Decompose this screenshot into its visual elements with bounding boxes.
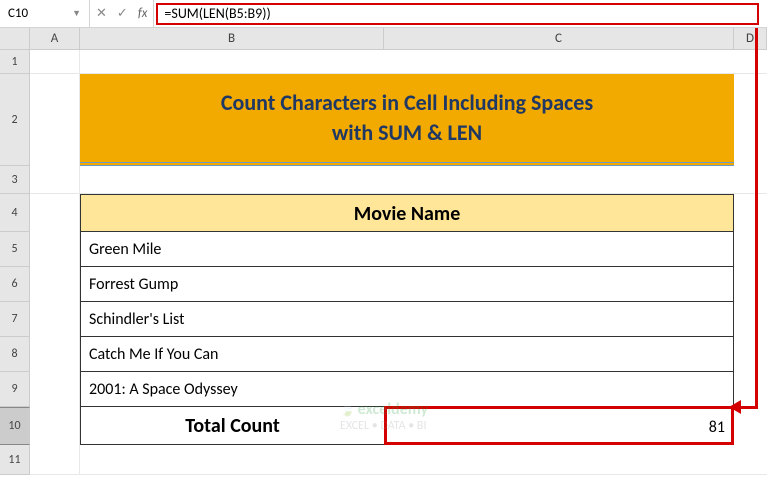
column-header-D[interactable]: D — [734, 28, 767, 49]
fx-icon[interactable]: fx — [138, 6, 148, 21]
total-value-cell[interactable]: 81 — [384, 406, 734, 445]
table-header[interactable]: Movie Name — [80, 194, 734, 232]
table-row[interactable]: Catch Me If You Can — [80, 337, 734, 372]
cell-A5[interactable] — [30, 232, 80, 267]
title-line1: Count Characters in Cell Including Space… — [80, 88, 734, 118]
grid-body: 1 2 3 4 5 6 7 8 9 10 11 Count Characters… — [0, 50, 767, 475]
row-header-4[interactable]: 4 — [0, 194, 30, 232]
column-header-A[interactable]: A — [30, 28, 80, 49]
cell-D6[interactable] — [734, 267, 767, 302]
cell-BC1[interactable] — [80, 50, 734, 74]
annotation-arrow-vertical — [755, 28, 758, 408]
formula-bar-buttons: ✕ ✓ fx — [90, 0, 154, 27]
cell-A9[interactable] — [30, 372, 80, 407]
watermark: 🍃 exceldemy EXCEL • DATA • BI — [340, 400, 428, 433]
table-row[interactable]: Forrest Gump — [80, 267, 734, 302]
movie-name: 2001: A Space Odyssey — [89, 372, 238, 406]
chevron-down-icon[interactable]: ▼ — [72, 8, 81, 19]
row-header-5[interactable]: 5 — [0, 232, 30, 267]
table-row[interactable]: Schindler's List — [80, 302, 734, 337]
column-header-B[interactable]: B — [80, 28, 384, 49]
cell-A2[interactable] — [30, 74, 80, 166]
watermark-leaf-icon: 🍃 — [340, 404, 355, 418]
title-banner[interactable]: Count Characters in Cell Including Space… — [80, 74, 734, 166]
row-header-10[interactable]: 10 — [0, 407, 30, 445]
row-header-3[interactable]: 3 — [0, 166, 30, 194]
movie-name: Green Mile — [89, 232, 161, 266]
row-header-6[interactable]: 6 — [0, 267, 30, 302]
column-headers: A B C D — [0, 28, 767, 50]
arrow-left-icon — [729, 400, 741, 414]
row-header-11[interactable]: 11 — [0, 445, 30, 475]
cell-A1[interactable] — [30, 50, 80, 74]
cell-BC3[interactable] — [80, 166, 734, 194]
cell-D8[interactable] — [734, 337, 767, 372]
annotation-arrow-horizontal — [738, 406, 758, 409]
movie-name: Schindler's List — [89, 302, 184, 336]
cell-BC11[interactable] — [80, 445, 734, 475]
cell-A11[interactable] — [30, 445, 80, 475]
cell-A6[interactable] — [30, 267, 80, 302]
table-row[interactable]: Green Mile — [80, 232, 734, 267]
row-header-8[interactable]: 8 — [0, 337, 30, 372]
watermark-tag: EXCEL • DATA • BI — [340, 419, 426, 433]
cells-area[interactable]: Count Characters in Cell Including Space… — [30, 50, 767, 475]
cell-D3[interactable] — [734, 166, 767, 194]
formula-bar: C10 ▼ ✕ ✓ fx =SUM(LEN(B5:B9)) — [0, 0, 767, 28]
enter-icon[interactable]: ✓ — [117, 6, 128, 21]
active-cell-ref: C10 — [8, 6, 28, 21]
row-header-1[interactable]: 1 — [0, 50, 30, 74]
cell-D5[interactable] — [734, 232, 767, 267]
column-header-C[interactable]: C — [384, 28, 734, 49]
movie-name: Forrest Gump — [89, 267, 178, 301]
row-header-2[interactable]: 2 — [0, 74, 30, 166]
cell-A3[interactable] — [30, 166, 80, 194]
cell-D2[interactable] — [734, 74, 767, 166]
formula-text: =SUM(LEN(B5:B9)) — [164, 5, 270, 22]
cell-A7[interactable] — [30, 302, 80, 337]
select-all-corner[interactable] — [0, 28, 30, 49]
cell-A8[interactable] — [30, 337, 80, 372]
cell-A10[interactable] — [30, 407, 80, 445]
cell-D11[interactable] — [734, 445, 767, 475]
cancel-icon[interactable]: ✕ — [96, 6, 107, 21]
cell-A4[interactable] — [30, 194, 80, 232]
watermark-brand: exceldemy — [358, 400, 428, 419]
title-line2: with SUM & LEN — [80, 118, 734, 148]
name-box[interactable]: C10 ▼ — [0, 0, 90, 27]
cell-D1[interactable] — [734, 50, 767, 74]
cell-D4[interactable] — [734, 194, 767, 232]
row-header-7[interactable]: 7 — [0, 302, 30, 337]
formula-input[interactable]: =SUM(LEN(B5:B9)) — [156, 3, 759, 25]
movie-name: Catch Me If You Can — [89, 337, 218, 371]
cell-D7[interactable] — [734, 302, 767, 337]
row-headers: 1 2 3 4 5 6 7 8 9 10 11 — [0, 50, 30, 475]
row-header-9[interactable]: 9 — [0, 372, 30, 407]
